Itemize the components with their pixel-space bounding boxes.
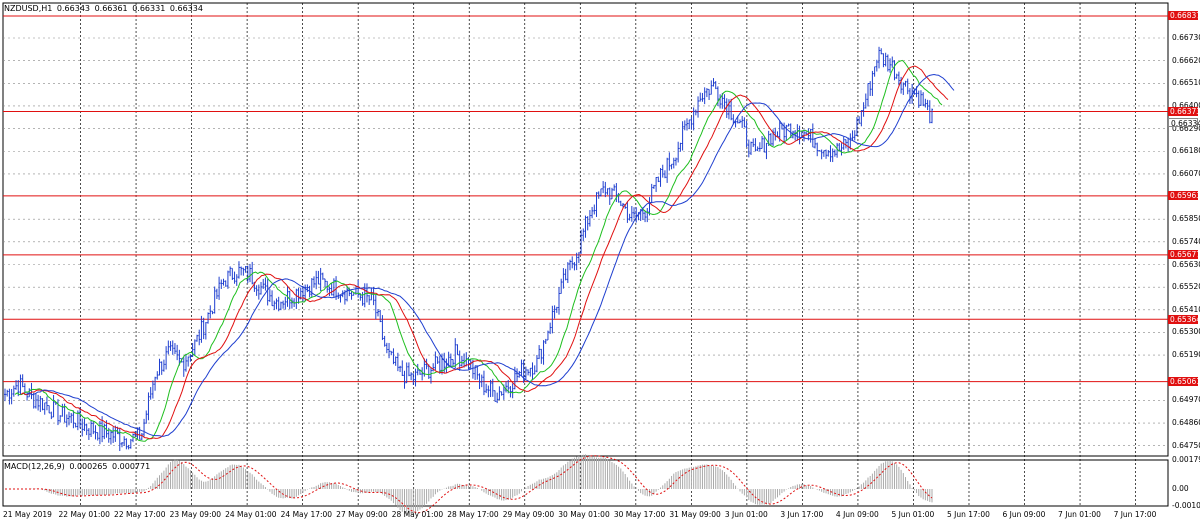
time-tick: 31 May 09:00: [669, 510, 721, 519]
time-tick: 3 Jun 01:00: [724, 510, 768, 519]
ma-mid-line: [20, 65, 949, 440]
chart-info: NZDUSD,H1 0.66343 0.66361 0.66331 0.6633…: [4, 4, 205, 13]
macd-name: MACD(12,26,9): [4, 462, 65, 471]
price-tick: 0.64970: [1172, 395, 1200, 405]
price-tick: 0.66620: [1172, 55, 1200, 65]
macd-signal: 0.000771: [112, 462, 151, 471]
level-price-tag: 0.65364: [1168, 314, 1200, 324]
current-price-tag: 0.66334: [1168, 117, 1200, 128]
time-tick: 7 Jun 17:00: [1113, 510, 1157, 519]
high-value: 0.66361: [94, 4, 128, 13]
price-tick: 0.65410: [1172, 304, 1200, 314]
time-tick: 22 May 17:00: [114, 510, 166, 519]
time-tick: 7 Jun 01:00: [1058, 510, 1101, 519]
time-tick: 23 May 09:00: [169, 510, 222, 519]
ma-fast-line: [14, 59, 943, 442]
price-tick: 0.65520: [1172, 282, 1200, 292]
level-price-tag: 0.66373: [1168, 107, 1200, 116]
time-tick: 21 May 2019: [3, 510, 52, 519]
time-tick: 5 Jun 01:00: [891, 510, 935, 519]
open-value: 0.66343: [56, 4, 91, 13]
time-tick: 29 May 09:00: [502, 510, 555, 519]
time-tick: 6 Jun 09:00: [1002, 510, 1046, 519]
time-tick: 28 May 17:00: [447, 510, 499, 519]
macd-info: MACD(12,26,9) 0.000265 0.000771: [4, 462, 152, 471]
price-tick: 0.65190: [1172, 350, 1200, 360]
macd-tick: 0.00: [1172, 483, 1189, 493]
close-value: 0.66334: [169, 4, 203, 13]
time-tick: 4 Jun 09:00: [835, 510, 879, 519]
macd-main: 0.000265: [69, 462, 108, 471]
price-tick: 0.64860: [1172, 418, 1200, 428]
symbol-label: NZDUSD,H1: [4, 4, 53, 13]
time-tick: 24 May 01:00: [225, 510, 277, 519]
price-tick: 0.66510: [1172, 78, 1200, 88]
macd-tick: 0.001791: [1172, 455, 1200, 464]
time-tick: 3 Jun 17:00: [780, 510, 824, 519]
time-tick: 27 May 09:00: [336, 510, 388, 519]
price-tick: 0.66180: [1172, 146, 1200, 156]
level-price-tag: 0.65061: [1168, 377, 1200, 387]
price-tick: 0.65630: [1172, 259, 1200, 269]
level-price-tag: 0.65963: [1168, 191, 1200, 201]
time-tick: 30 May 01:00: [558, 510, 610, 519]
time-tick: 24 May 17:00: [280, 510, 333, 519]
macd-tick: -0.001051: [1172, 501, 1200, 510]
level-price-tag: 0.66837: [1168, 11, 1200, 21]
price-tick: 0.65300: [1172, 327, 1200, 337]
low-value: 0.66331: [132, 4, 166, 13]
time-tick: 28 May 01:00: [391, 510, 444, 519]
time-tick: 30 May 17:00: [613, 510, 666, 519]
price-tick: 0.66730: [1172, 33, 1200, 42]
time-tick: 22 May 01:00: [58, 510, 110, 519]
price-tick: 0.65850: [1172, 214, 1200, 224]
time-tick: 5 Jun 17:00: [946, 510, 990, 519]
price-tick: 0.66070: [1172, 168, 1200, 178]
price-tick: 0.65740: [1172, 236, 1200, 246]
price-chart[interactable]: [0, 0, 1200, 523]
level-price-tag: 0.65677: [1168, 250, 1200, 260]
price-tick: 0.64750: [1172, 440, 1200, 450]
